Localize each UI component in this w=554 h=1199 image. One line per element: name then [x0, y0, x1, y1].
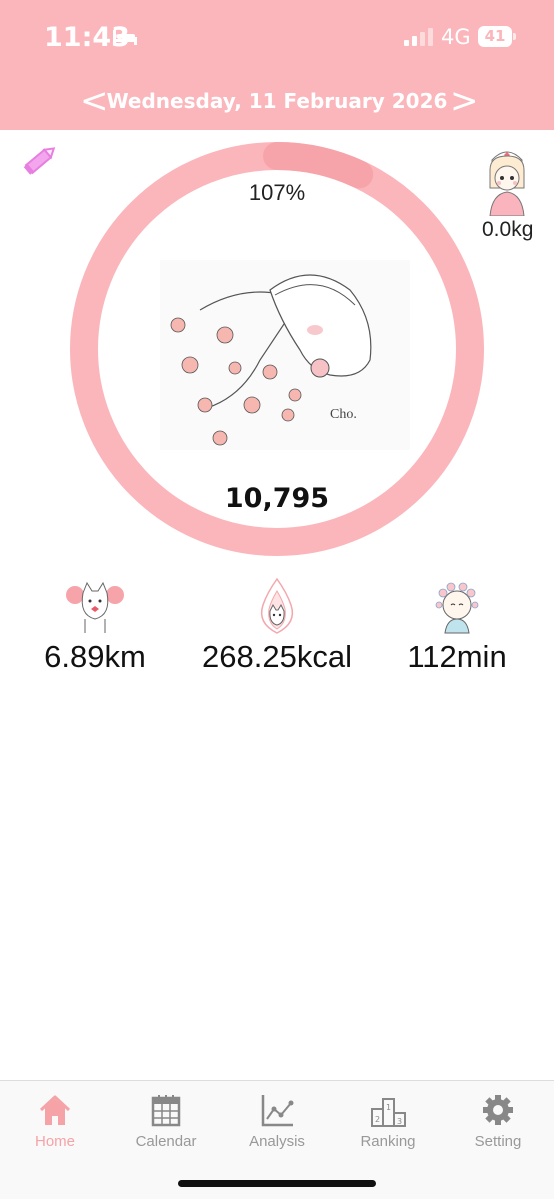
calories-value: 268.25kcal	[202, 639, 352, 674]
step-count: 10,795	[224, 483, 330, 514]
calendar-icon	[151, 1095, 181, 1127]
tab-ranking[interactable]: 2 1 3 Ranking	[338, 1093, 438, 1150]
date-bar: < Wednesday, 11 February 2026 >	[0, 75, 554, 130]
progress-percent: 107%	[248, 180, 306, 205]
signal-icon	[404, 28, 433, 46]
bed-icon	[113, 30, 137, 45]
svg-text:3: 3	[397, 1117, 402, 1126]
nurse-avatar-icon[interactable]	[482, 142, 532, 216]
next-day-button[interactable]: >	[450, 81, 479, 121]
svg-text:1: 1	[386, 1103, 391, 1112]
active-time-value: 112min	[407, 639, 507, 674]
tab-home[interactable]: Home	[5, 1093, 105, 1150]
flower-girl-icon	[435, 582, 479, 634]
battery-level: 41	[484, 27, 506, 45]
gear-icon	[483, 1095, 513, 1125]
home-indicator	[178, 1180, 376, 1187]
pencil-icon[interactable]	[20, 140, 60, 180]
calories-stat: 268.25kcal	[187, 575, 367, 675]
home-icon	[39, 1095, 71, 1125]
tab-analysis[interactable]: Analysis	[227, 1093, 327, 1150]
battery-icon: 41	[478, 26, 516, 47]
tab-setting[interactable]: Setting	[448, 1093, 548, 1150]
analysis-icon	[261, 1095, 294, 1127]
tab-ranking-label: Ranking	[360, 1133, 416, 1150]
svg-text:Cho.: Cho.	[330, 407, 357, 422]
tab-calendar[interactable]: Calendar	[116, 1093, 216, 1150]
weight-value: 0.0kg	[482, 218, 534, 241]
tab-calendar-label: Calendar	[135, 1133, 197, 1150]
svg-text:2: 2	[375, 1115, 380, 1124]
tab-setting-label: Setting	[474, 1133, 522, 1150]
flame-cat-icon	[260, 577, 294, 634]
time-stat: 112min	[367, 575, 547, 675]
tab-analysis-label: Analysis	[249, 1133, 305, 1150]
status-bar: 11:43 4G 41	[0, 0, 554, 75]
tab-home-label: Home	[34, 1133, 75, 1150]
network-label: 4G	[441, 25, 471, 49]
ranking-icon: 2 1 3	[371, 1098, 406, 1127]
distance-stat: 6.89km	[5, 575, 185, 675]
girl-illustration: Cho.	[160, 260, 410, 450]
cat-cheer-icon	[66, 581, 124, 633]
distance-value: 6.89km	[44, 639, 146, 674]
